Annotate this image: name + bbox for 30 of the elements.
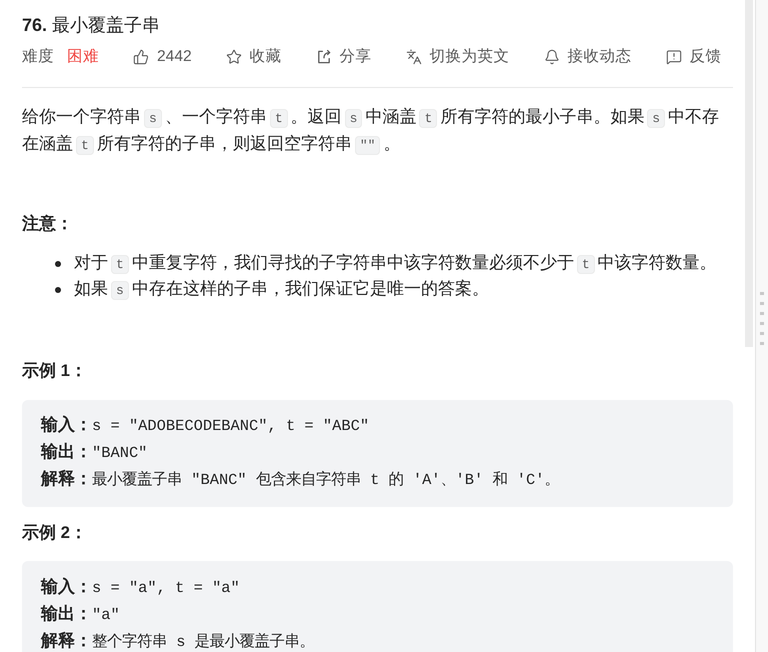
problem-title: 76. 最小覆盖子串 xyxy=(22,14,160,37)
bullet-icon xyxy=(55,287,61,293)
translate-button[interactable]: 切换为英文 xyxy=(406,45,510,69)
example-line: 输入：s = "ADOBECODEBANC", t = "ABC" xyxy=(41,414,370,437)
like-button[interactable]: 2442 xyxy=(133,45,192,69)
share-button[interactable]: 分享 xyxy=(316,45,372,69)
note-item: 如果 s 中存在这样的子串，我们保证它是唯一的答案。 xyxy=(74,278,489,302)
example-line: 输入：s = "a", t = "a" xyxy=(41,576,240,599)
example-heading: 示例 2： xyxy=(22,522,87,544)
example-line: 输出："a" xyxy=(41,603,120,626)
message-alert-icon xyxy=(666,48,682,65)
feedback-button[interactable]: 反馈 xyxy=(666,45,722,69)
example-line: 输出："BANC" xyxy=(41,441,148,464)
example-line: 解释：整个字符串 s 是最小覆盖子串。 xyxy=(41,630,315,652)
thumbs-up-icon xyxy=(133,48,149,65)
star-icon xyxy=(226,48,242,65)
bell-icon xyxy=(544,48,560,65)
note-heading: 注意： xyxy=(22,213,73,235)
problem-description: 给你一个字符串 s 、一个字符串 t 。返回 s 中涵盖 t 所有字符的最小子串。如果 s 中不存在涵盖 t 所有字符的子串，则返回空字符串 "" 。 xyxy=(22,106,720,157)
difficulty-label: 难度 xyxy=(22,47,54,68)
example-heading: 示例 1： xyxy=(22,360,87,382)
grip-icon[interactable] xyxy=(760,292,764,346)
share-icon xyxy=(316,48,332,65)
subscribe-button[interactable]: 接收动态 xyxy=(544,45,632,69)
bullet-icon xyxy=(55,261,61,267)
favorite-button[interactable]: 收藏 xyxy=(226,45,282,69)
translate-icon xyxy=(406,48,422,65)
difficulty-value: 困难 xyxy=(67,47,99,68)
note-item: 对于 t 中重复字符，我们寻找的子字符串中该字符数量必须不少于 t 中该字符数量。 xyxy=(74,252,717,276)
example-line: 解释：最小覆盖子串 "BANC" 包含来自字符串 t 的 'A'、'B' 和 'C'。 xyxy=(41,468,560,491)
